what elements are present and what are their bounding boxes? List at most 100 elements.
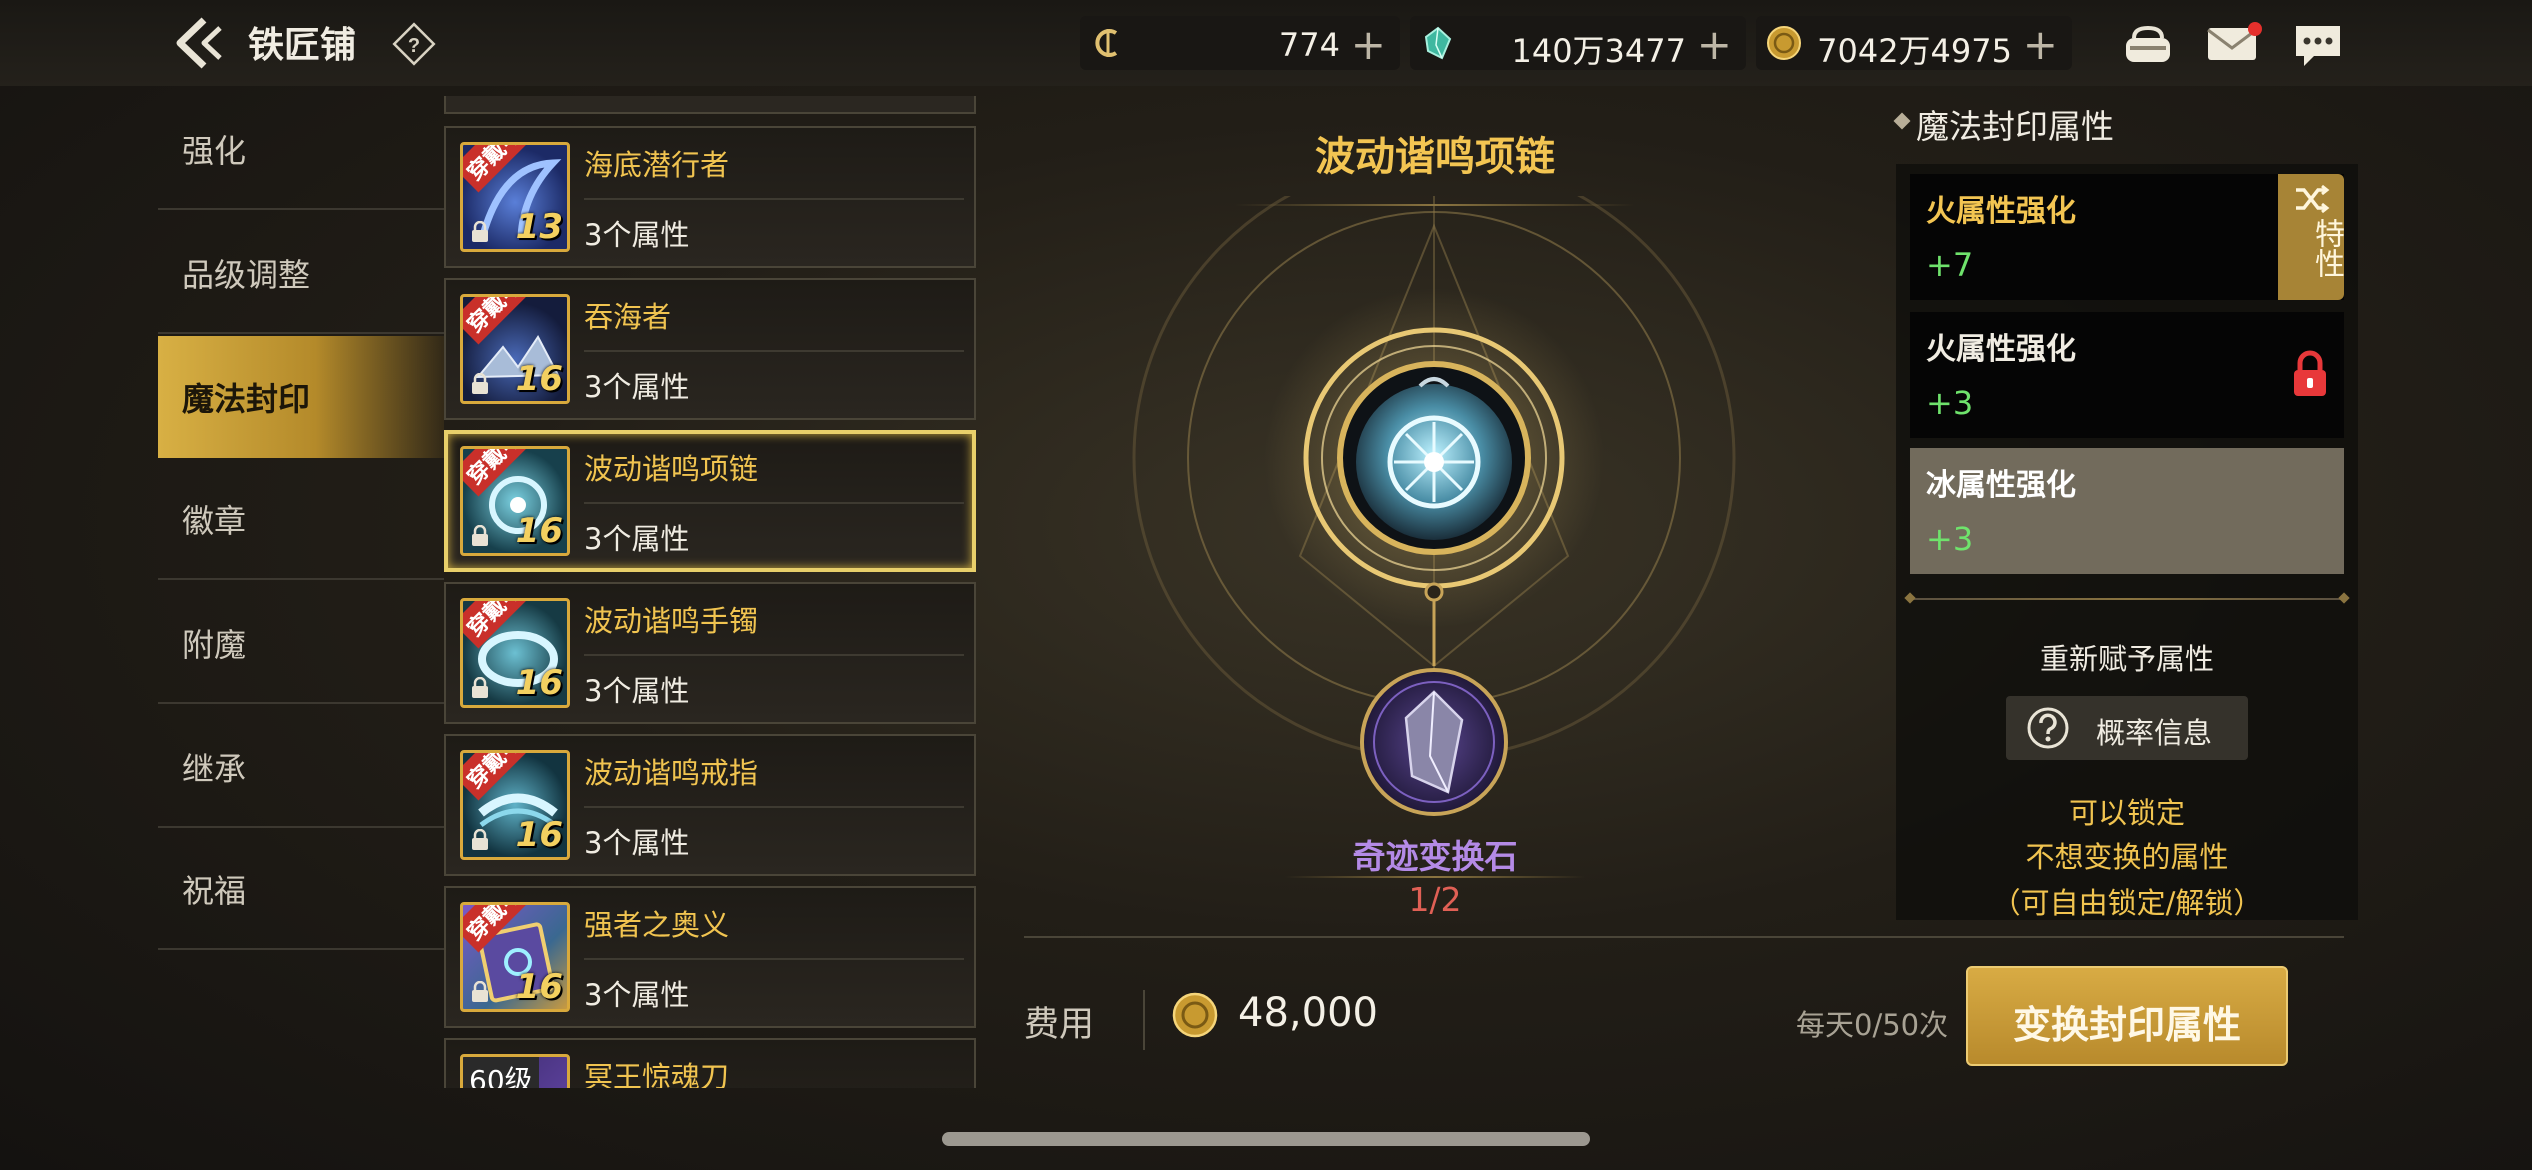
menu-item-label: 魔法封印 <box>182 380 311 418</box>
gold-coin-icon <box>1766 25 1802 61</box>
reassign-label: 重新赋予属性 <box>2039 642 2214 676</box>
attribute-name: 冰属性强化 <box>1926 468 2076 503</box>
shuffle-icon <box>2292 184 2330 214</box>
lock-icon <box>469 220 491 243</box>
item-attrs: 3个属性 <box>584 826 690 860</box>
seal-attributes-title: 魔法封印属性 <box>1916 107 2114 146</box>
back-arrow-icon[interactable] <box>170 14 234 72</box>
item-divider <box>584 654 964 656</box>
hint-line: 不想变换的属性 <box>2025 840 2229 874</box>
item-name: 波动谐鸣手镯 <box>584 604 759 638</box>
item-list[interactable]: 穿戴中 13 海底潜行者 3个属性 穿戴中 16 吞海者 3个属性 穿戴中 16… <box>444 96 980 1088</box>
page-title: 铁匠铺 <box>248 25 357 66</box>
enhance-level: 16 <box>515 663 563 703</box>
attribute-card[interactable]: 火属性强化 +3 <box>1910 312 2344 438</box>
item-attrs: 3个属性 <box>584 978 690 1012</box>
menu-item-label: 继承 <box>182 750 247 788</box>
menu-item-bless[interactable]: 祝福 <box>158 828 444 950</box>
item-icon: 穿戴中 13 <box>460 142 570 252</box>
item-attrs: 3个属性 <box>584 218 690 252</box>
menu-item-inherit[interactable]: 继承 <box>158 706 444 828</box>
item-divider <box>584 502 964 504</box>
item-icon: 穿戴中 16 <box>460 598 570 708</box>
list-item-selected[interactable]: 穿戴中 16 波动谐鸣项链 3个属性 <box>444 430 976 572</box>
stone-name: 奇迹变换石 <box>1352 837 1518 876</box>
convert-seal-button[interactable]: 变换封印属性 <box>1966 966 2288 1066</box>
menu-item-label: 附魔 <box>182 626 247 664</box>
enhance-level: 16 <box>515 967 563 1007</box>
item-name: 强者之奥义 <box>584 908 730 942</box>
bag-icon[interactable] <box>2120 16 2176 72</box>
hint-line: 可以锁定 <box>2068 796 2185 830</box>
convert-seal-label: 变换封印属性 <box>2012 1003 2241 1047</box>
item-title: 波动谐鸣项链 <box>1315 134 1555 180</box>
gold-coin-icon <box>1172 992 1218 1038</box>
menu-item-label: 品级调整 <box>182 256 311 294</box>
attribute-value: +3 <box>1926 520 1974 558</box>
attribute-name: 火属性强化 <box>1926 332 2076 367</box>
menu-item-label: 强化 <box>182 132 247 170</box>
list-top-edge <box>444 96 976 114</box>
menu-item-enchant[interactable]: 附魔 <box>158 582 444 704</box>
item-icon: 穿戴中 16 <box>460 294 570 404</box>
currency-value: 140万3477 <box>1511 32 1686 70</box>
item-divider <box>584 350 964 352</box>
chat-icon[interactable] <box>2290 16 2346 72</box>
home-indicator[interactable] <box>942 1132 1590 1146</box>
menu-item-magic-seal[interactable]: 魔法封印 <box>158 336 444 458</box>
stone-count: 1/2 <box>1408 880 1462 919</box>
cost-separator <box>1143 990 1145 1050</box>
list-item[interactable]: 穿戴中 16 吞海者 3个属性 <box>444 278 976 420</box>
menu-item-enhance[interactable]: 强化 <box>158 88 444 210</box>
currency-credit: 774 + <box>1080 16 1400 70</box>
lock-icon <box>469 828 491 851</box>
list-item[interactable]: 穿戴中 13 海底潜行者 3个属性 <box>444 126 976 268</box>
attribute-value: +7 <box>1926 246 1974 284</box>
stone-divider <box>1285 876 1585 878</box>
item-attrs: 3个属性 <box>584 674 690 708</box>
item-attrs: 3个属性 <box>584 522 690 556</box>
add-gold-button[interactable]: + <box>2023 20 2058 69</box>
help-icon[interactable]: ? <box>392 22 436 66</box>
menu-item-emblem[interactable]: 徽章 <box>158 458 444 580</box>
item-divider <box>584 958 964 960</box>
trait-label: 特性 <box>2309 218 2344 278</box>
attribute-name: 火属性强化 <box>1926 194 2076 229</box>
currency-value: 774 <box>1278 26 1340 64</box>
add-crystal-button[interactable]: + <box>1697 20 1732 69</box>
trait-button[interactable]: 特性 <box>2278 174 2344 300</box>
attribute-card-selected[interactable]: 冰属性强化 +3 <box>1910 448 2344 574</box>
list-item[interactable]: 穿戴中 16 波动谐鸣戒指 3个属性 <box>444 734 976 876</box>
cost-divider <box>1024 936 2344 938</box>
item-icon: 穿戴中 16 <box>460 446 570 556</box>
enhance-level: 16 <box>515 511 563 551</box>
list-item[interactable]: 穿戴中 16 强者之奥义 3个属性 <box>444 886 976 1028</box>
item-icon: 穿戴中 16 <box>460 902 570 1012</box>
enhance-level: 13 <box>515 207 563 247</box>
lock-icon[interactable] <box>2290 350 2330 398</box>
currency-gold: 7042万4975 + <box>1756 16 2072 70</box>
daily-limit: 每天0/50次 <box>1796 1008 1949 1042</box>
cost-value: 48,000 <box>1238 990 1378 1036</box>
lock-icon <box>469 980 491 1003</box>
menu-item-grade[interactable]: 品级调整 <box>158 212 444 334</box>
panel-divider <box>1910 598 2344 600</box>
item-divider <box>584 806 964 808</box>
level-tag: 60级 <box>463 1057 539 1088</box>
add-credit-button[interactable]: + <box>1351 20 1386 69</box>
attribute-value: +3 <box>1926 384 1974 422</box>
credit-coin-icon <box>1090 25 1126 61</box>
probability-info-button[interactable]: 概率信息 <box>2006 696 2248 760</box>
currency-crystal: 140万3477 + <box>1410 16 1746 70</box>
mail-notification-dot <box>2248 22 2262 36</box>
item-name: 波动谐鸣戒指 <box>584 756 759 790</box>
list-item[interactable]: 60级 冥王惊魂刀 <box>444 1038 976 1088</box>
magic-circle <box>1132 196 1736 816</box>
cost-label: 费用 <box>1024 1005 1095 1045</box>
enhance-level: 16 <box>515 359 563 399</box>
menu-item-label: 徽章 <box>182 502 247 540</box>
section-bullet-icon <box>1893 112 1911 130</box>
top-bar: 铁匠铺 ? 774 + 140万3477 + 7042万4975 + <box>0 0 2532 86</box>
enhance-level: 16 <box>515 815 563 855</box>
list-item[interactable]: 穿戴中 16 波动谐鸣手镯 3个属性 <box>444 582 976 724</box>
